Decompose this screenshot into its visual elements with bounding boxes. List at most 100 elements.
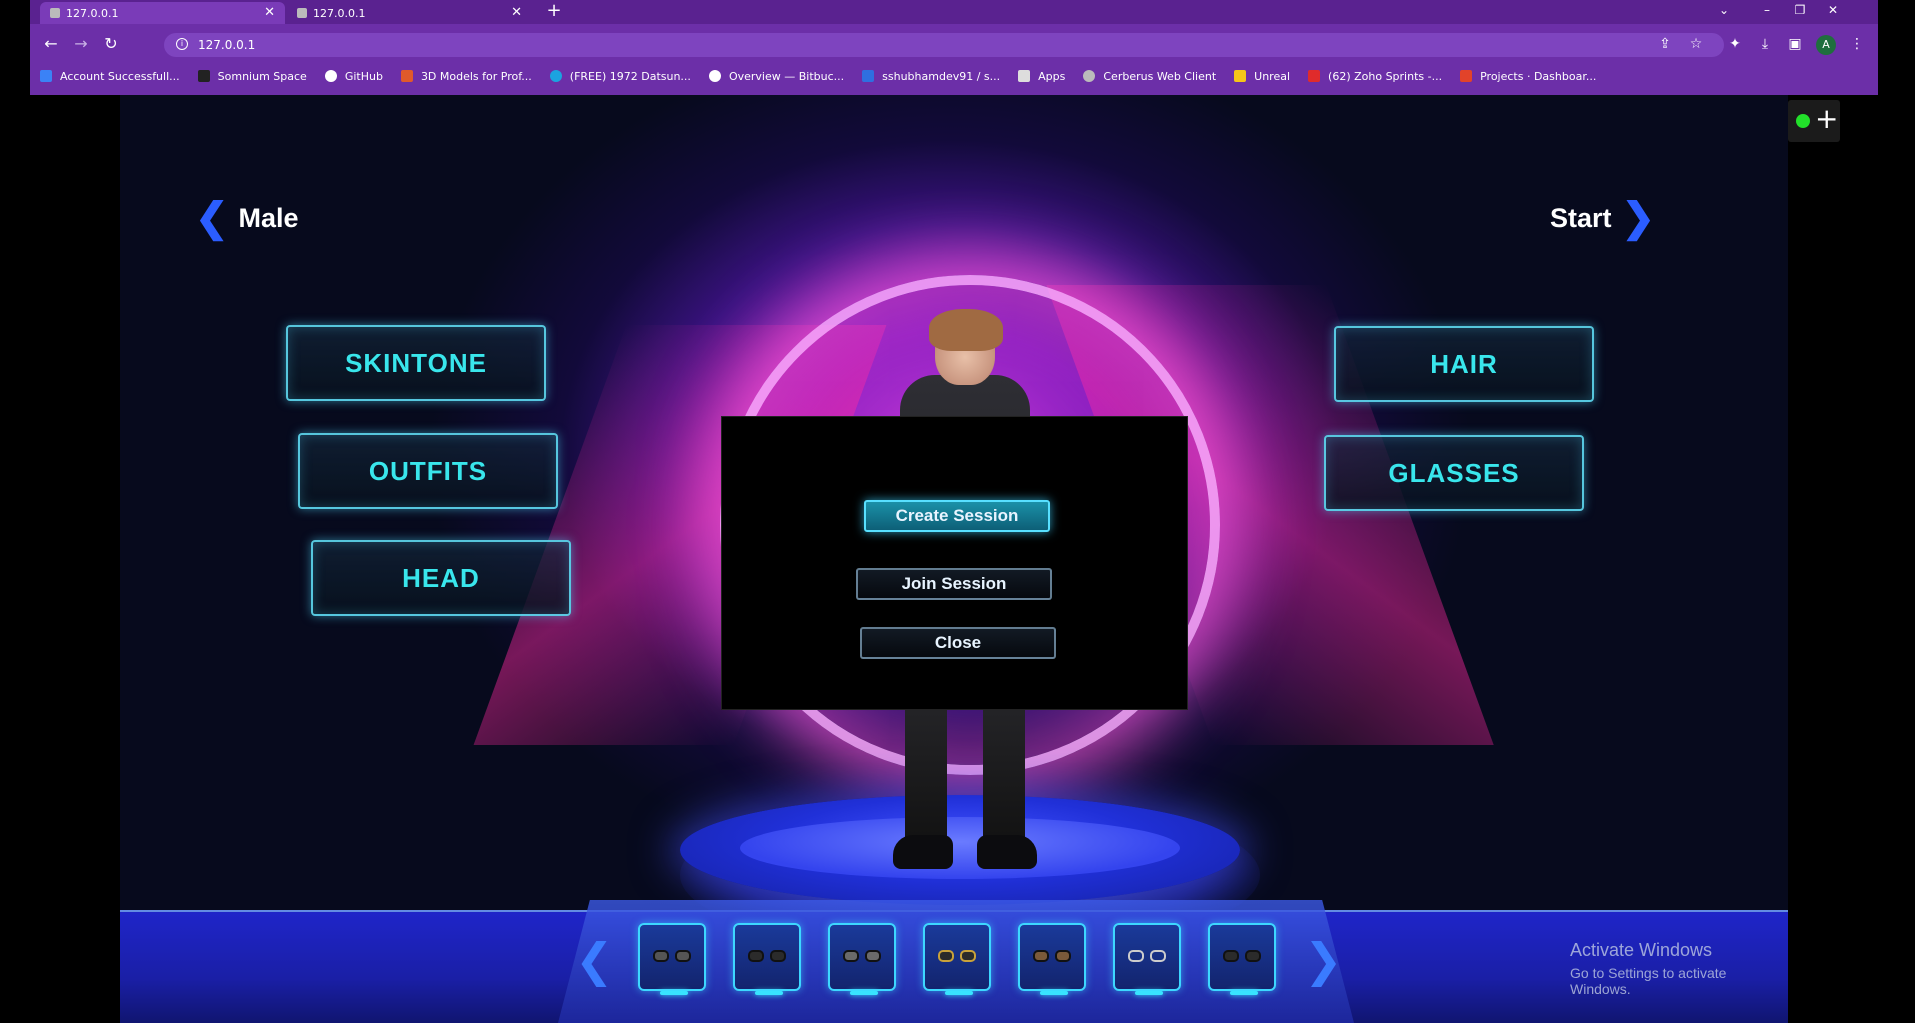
- session-dialog: Create Session Join Session Close: [721, 416, 1188, 710]
- bookmark-item[interactable]: GitHub: [324, 69, 383, 83]
- connection-status-icon: [1796, 114, 1810, 128]
- download-icon[interactable]: ⤓: [1754, 36, 1776, 52]
- carousel-next-icon[interactable]: ❯: [1304, 933, 1343, 987]
- bookmark-icon: [1083, 70, 1096, 82]
- bookmark-item[interactable]: Somnium Space: [197, 69, 307, 83]
- bookmark-item[interactable]: Cerberus Web Client: [1083, 70, 1216, 83]
- glasses-slot[interactable]: [828, 923, 896, 995]
- bookmark-star-icon[interactable]: ☆: [1685, 36, 1707, 52]
- bookmark-label: Apps: [1038, 69, 1066, 83]
- chevron-right-icon: ❯: [1621, 196, 1656, 240]
- bookmark-label: 3D Models for Prof...: [420, 69, 532, 83]
- add-icon[interactable]: +: [1815, 105, 1838, 133]
- join-session-button[interactable]: Join Session: [856, 568, 1052, 600]
- bookmark-icon: [197, 70, 210, 82]
- browser-tab-1[interactable]: 127.0.0.1 ✕: [40, 2, 285, 24]
- chevron-left-icon: ❮: [195, 196, 229, 240]
- outfits-button[interactable]: OUTFITS: [298, 433, 558, 509]
- new-tab-button[interactable]: +: [542, 0, 566, 22]
- glasses-slot[interactable]: [1208, 923, 1276, 995]
- bookmark-label: Cerberus Web Client: [1103, 69, 1217, 83]
- restore-button[interactable]: ❐: [1787, 0, 1813, 20]
- bookmark-label: GitHub: [344, 69, 383, 83]
- bookmark-item[interactable]: Unreal: [1234, 70, 1290, 83]
- hair-button[interactable]: HAIR: [1334, 326, 1594, 402]
- close-window-button[interactable]: ✕: [1820, 0, 1846, 20]
- head-button[interactable]: HEAD: [311, 540, 571, 616]
- github-icon: [324, 70, 337, 82]
- screen-frame: 127.0.0.1 ✕ 127.0.0.1 ✕ + ⌄ – ❐ ✕ ← → ↻ …: [0, 0, 1915, 1023]
- bookmark-icon: [400, 70, 413, 82]
- profile-avatar[interactable]: A: [1816, 35, 1836, 55]
- close-tab-icon[interactable]: ✕: [264, 5, 275, 20]
- minimize-button[interactable]: –: [1754, 0, 1780, 20]
- bookmark-icon: [1308, 70, 1321, 82]
- url-text: 127.0.0.1: [198, 38, 256, 52]
- gender-toggle-male[interactable]: ❮ Male: [195, 196, 299, 240]
- character-boot: [977, 835, 1037, 869]
- glasses-icon: [1033, 950, 1071, 964]
- glasses-slot[interactable]: [1018, 923, 1086, 995]
- close-button[interactable]: Close: [860, 627, 1056, 659]
- back-icon[interactable]: ←: [40, 34, 62, 53]
- bookmark-item[interactable]: (62) Zoho Sprints -...: [1308, 70, 1442, 83]
- tab-title: 127.0.0.1: [313, 6, 366, 20]
- start-button[interactable]: Start ❯: [1550, 196, 1656, 240]
- close-tab-icon[interactable]: ✕: [511, 5, 522, 20]
- bookmark-icon: [549, 70, 562, 82]
- bookmark-item[interactable]: Account Successfull...: [40, 70, 180, 83]
- glasses-slot[interactable]: [733, 923, 801, 995]
- activation-subtitle: Go to Settings to activate Windows.: [1570, 965, 1727, 997]
- menu-icon[interactable]: ⋮: [1846, 36, 1868, 52]
- stream-controls: +: [1788, 100, 1840, 142]
- tab-search-icon[interactable]: ⌄: [1711, 0, 1737, 20]
- glasses-slot[interactable]: [1113, 923, 1181, 995]
- bookmark-icon: [862, 70, 875, 82]
- reload-icon[interactable]: ↻: [100, 34, 122, 53]
- bookmark-label: Account Successfull...: [60, 69, 180, 83]
- activation-title: Activate Windows: [1570, 940, 1713, 960]
- create-session-button[interactable]: Create Session: [864, 500, 1050, 532]
- character-boot: [893, 835, 953, 869]
- tab-bar: 127.0.0.1 ✕ 127.0.0.1 ✕ + ⌄ – ❐ ✕: [30, 0, 1878, 24]
- browser-tab-2[interactable]: 127.0.0.1 ✕: [287, 2, 532, 24]
- bookmark-label: (FREE) 1972 Datsun...: [569, 69, 691, 83]
- start-label: Start: [1550, 202, 1612, 233]
- glasses-slot[interactable]: [638, 923, 706, 995]
- character-hair: [929, 309, 1003, 351]
- bookmark-item[interactable]: Overview — Bitbuc...: [708, 69, 845, 83]
- glasses-icon: [1128, 950, 1166, 964]
- bookmark-label: Unreal: [1254, 69, 1291, 83]
- bookmark-label: (62) Zoho Sprints -...: [1328, 69, 1443, 83]
- bookmark-icon: [1460, 70, 1473, 82]
- site-info-icon[interactable]: i: [176, 38, 188, 50]
- glasses-icon: [748, 950, 786, 964]
- tab-title: 127.0.0.1: [66, 6, 119, 20]
- skintone-button[interactable]: SKINTONE: [286, 325, 546, 401]
- tab-favicon: [297, 8, 307, 18]
- bookmark-item[interactable]: sshubhamdev91 / s...: [862, 70, 1000, 83]
- glasses-button[interactable]: GLASSES: [1324, 435, 1584, 511]
- side-panel-icon[interactable]: ▣: [1784, 36, 1806, 52]
- bookmark-item[interactable]: (FREE) 1972 Datsun...: [549, 69, 691, 83]
- address-bar[interactable]: i 127.0.0.1: [164, 33, 1724, 57]
- bookmark-item[interactable]: Apps: [1018, 70, 1065, 83]
- glasses-slot[interactable]: [923, 923, 991, 995]
- bookmark-label: sshubhamdev91 / s...: [882, 69, 1001, 83]
- windows-activation-notice: Activate Windows Go to Settings to activ…: [1570, 940, 1788, 997]
- bookmark-label: Projects · Dashboar...: [1480, 69, 1597, 83]
- browser-chrome: 127.0.0.1 ✕ 127.0.0.1 ✕ + ⌄ – ❐ ✕ ← → ↻ …: [30, 0, 1878, 95]
- bookmark-label: Somnium Space: [217, 69, 307, 83]
- forward-icon[interactable]: →: [70, 34, 92, 53]
- bookmark-item[interactable]: Projects · Dashboar...: [1460, 70, 1596, 83]
- carousel-prev-icon[interactable]: ❮: [575, 933, 614, 987]
- extensions-icon[interactable]: ✦: [1724, 36, 1746, 52]
- folder-icon: [1234, 70, 1247, 82]
- bookmark-item[interactable]: 3D Models for Prof...: [400, 69, 532, 83]
- bookmark-icon: [708, 70, 721, 82]
- apps-grid-icon: [1018, 70, 1031, 82]
- share-icon[interactable]: ⇪: [1654, 36, 1676, 52]
- bookmark-label: Overview — Bitbuc...: [728, 69, 845, 83]
- glasses-icon: [843, 950, 881, 964]
- tab-favicon: [50, 8, 60, 18]
